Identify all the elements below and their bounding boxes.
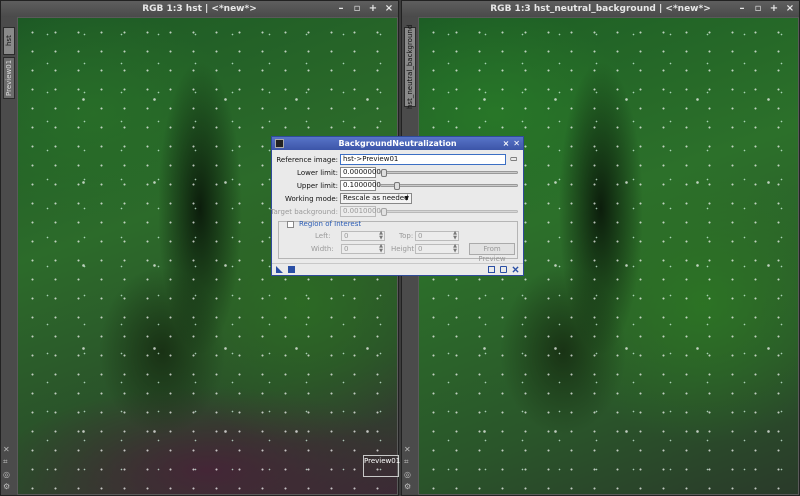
top-value: 0 xyxy=(418,232,423,240)
chevron-down-icon: ▼ xyxy=(404,195,409,202)
lower-limit-input[interactable]: 0.0000000 xyxy=(340,167,381,178)
maximize-icon[interactable]: + xyxy=(769,1,779,17)
preview-icon[interactable] xyxy=(488,266,495,273)
minimize-icon[interactable]: – xyxy=(737,1,747,17)
upper-limit-input[interactable]: 0.1000000 xyxy=(340,180,381,191)
select-view-icon[interactable]: ▭ xyxy=(510,154,518,163)
shade-icon[interactable]: ▫ xyxy=(753,1,763,17)
width-label: Width: xyxy=(311,245,334,253)
stf-icon[interactable]: ◎ xyxy=(3,470,10,479)
minimize-icon[interactable]: – xyxy=(336,1,346,17)
preview-toggle-icon[interactable]: ⌗ xyxy=(404,457,411,467)
zoom-fit-icon[interactable]: ✕ xyxy=(404,445,411,454)
tab-main-view[interactable]: hst xyxy=(3,27,15,55)
lower-limit-label: Lower limit: xyxy=(297,168,338,177)
upper-limit-slider[interactable] xyxy=(380,182,518,190)
window-title: RGB 1:3 hst_neutral_background | <*new*> xyxy=(490,4,711,14)
working-mode-value: Rescale as needed xyxy=(343,194,409,202)
width-spinbox[interactable]: 0 ▲ ▼ xyxy=(341,244,385,254)
window-title: RGB 1:3 hst | <*new*> xyxy=(142,4,257,14)
tab-main-view[interactable]: hst_neutral_background xyxy=(404,25,416,109)
target-background-input[interactable]: 0.0010000 xyxy=(340,206,381,217)
shade-icon[interactable]: ▫ xyxy=(352,1,362,17)
zoom-fit-icon[interactable]: ✕ xyxy=(3,445,10,454)
width-value: 0 xyxy=(344,245,349,253)
stf-icon[interactable]: ◎ xyxy=(404,470,411,479)
roi-checkbox[interactable] xyxy=(287,221,294,228)
window-titlebar[interactable]: RGB 1:3 hst | <*new*> – ▫ + × xyxy=(1,1,398,17)
spin-arrows-icon[interactable]: ▲ ▼ xyxy=(453,231,457,241)
left-value: 0 xyxy=(344,232,349,240)
preview-label: Preview01 xyxy=(364,457,401,465)
target-background-label: Target background: xyxy=(270,207,338,216)
target-background-slider[interactable] xyxy=(380,208,518,216)
close-icon[interactable]: × xyxy=(785,1,795,17)
spin-arrows-icon[interactable]: ▲ ▼ xyxy=(379,244,383,254)
shade-icon[interactable]: ⨯ xyxy=(503,137,510,150)
from-preview-button[interactable]: From Preview xyxy=(469,243,515,263)
top-label: Top: xyxy=(399,232,414,240)
settings-icon[interactable]: ⚙ xyxy=(3,482,10,491)
left-spinbox[interactable]: 0 ▲ ▼ xyxy=(341,231,385,241)
lower-limit-thumb[interactable] xyxy=(381,169,387,177)
height-label: Height: xyxy=(391,245,417,253)
upper-limit-label: Upper limit: xyxy=(296,181,338,190)
reference-image-input[interactable]: hst->Preview01 xyxy=(340,154,506,165)
dialog-titlebar[interactable]: BackgroundNeutralization ⨯ ✕ xyxy=(272,137,523,150)
window-titlebar[interactable]: RGB 1:3 hst_neutral_background | <*new*>… xyxy=(402,1,799,17)
view-tabs: hst Preview01 ✕ ⌗ ◎ ⚙ xyxy=(1,17,17,495)
upper-limit-thumb[interactable] xyxy=(394,182,400,190)
close-icon[interactable]: ✕ xyxy=(513,137,520,150)
working-mode-label: Working mode: xyxy=(285,194,338,203)
left-label: Left: xyxy=(315,232,331,240)
dialog-title: BackgroundNeutralization xyxy=(338,139,457,148)
new-instance-icon[interactable] xyxy=(276,266,283,273)
maximize-icon[interactable]: + xyxy=(368,1,378,17)
reset-icon[interactable] xyxy=(512,266,519,273)
preview-toggle-icon[interactable]: ⌗ xyxy=(3,457,10,467)
dialog-bottom-bar xyxy=(272,263,523,275)
target-background-thumb[interactable] xyxy=(381,208,388,216)
top-spinbox[interactable]: 0 ▲ ▼ xyxy=(415,231,459,241)
apply-icon[interactable] xyxy=(288,266,295,273)
region-of-interest-group: Region of Interest Left: 0 ▲ ▼ Top: 0 ▲ ▼ … xyxy=(278,220,518,263)
background-neutralization-dialog: BackgroundNeutralization ⨯ ✕ Reference i… xyxy=(270,136,524,276)
spin-arrows-icon[interactable]: ▲ ▼ xyxy=(379,231,383,241)
settings-icon[interactable]: ⚙ xyxy=(404,482,411,491)
close-icon[interactable]: × xyxy=(384,1,394,17)
height-spinbox[interactable]: 0 ▲ ▼ xyxy=(415,244,459,254)
roi-title: Region of Interest xyxy=(299,220,362,228)
working-mode-select[interactable]: Rescale as needed ▼ xyxy=(340,193,412,204)
browse-docs-icon[interactable] xyxy=(500,266,507,273)
tab-preview01[interactable]: Preview01 xyxy=(3,57,15,99)
spin-arrows-icon[interactable]: ▲ ▼ xyxy=(453,244,457,254)
height-value: 0 xyxy=(418,245,423,253)
reference-image-label: Reference image: xyxy=(276,155,338,164)
lower-limit-slider[interactable] xyxy=(380,169,518,177)
process-icon xyxy=(275,139,284,148)
